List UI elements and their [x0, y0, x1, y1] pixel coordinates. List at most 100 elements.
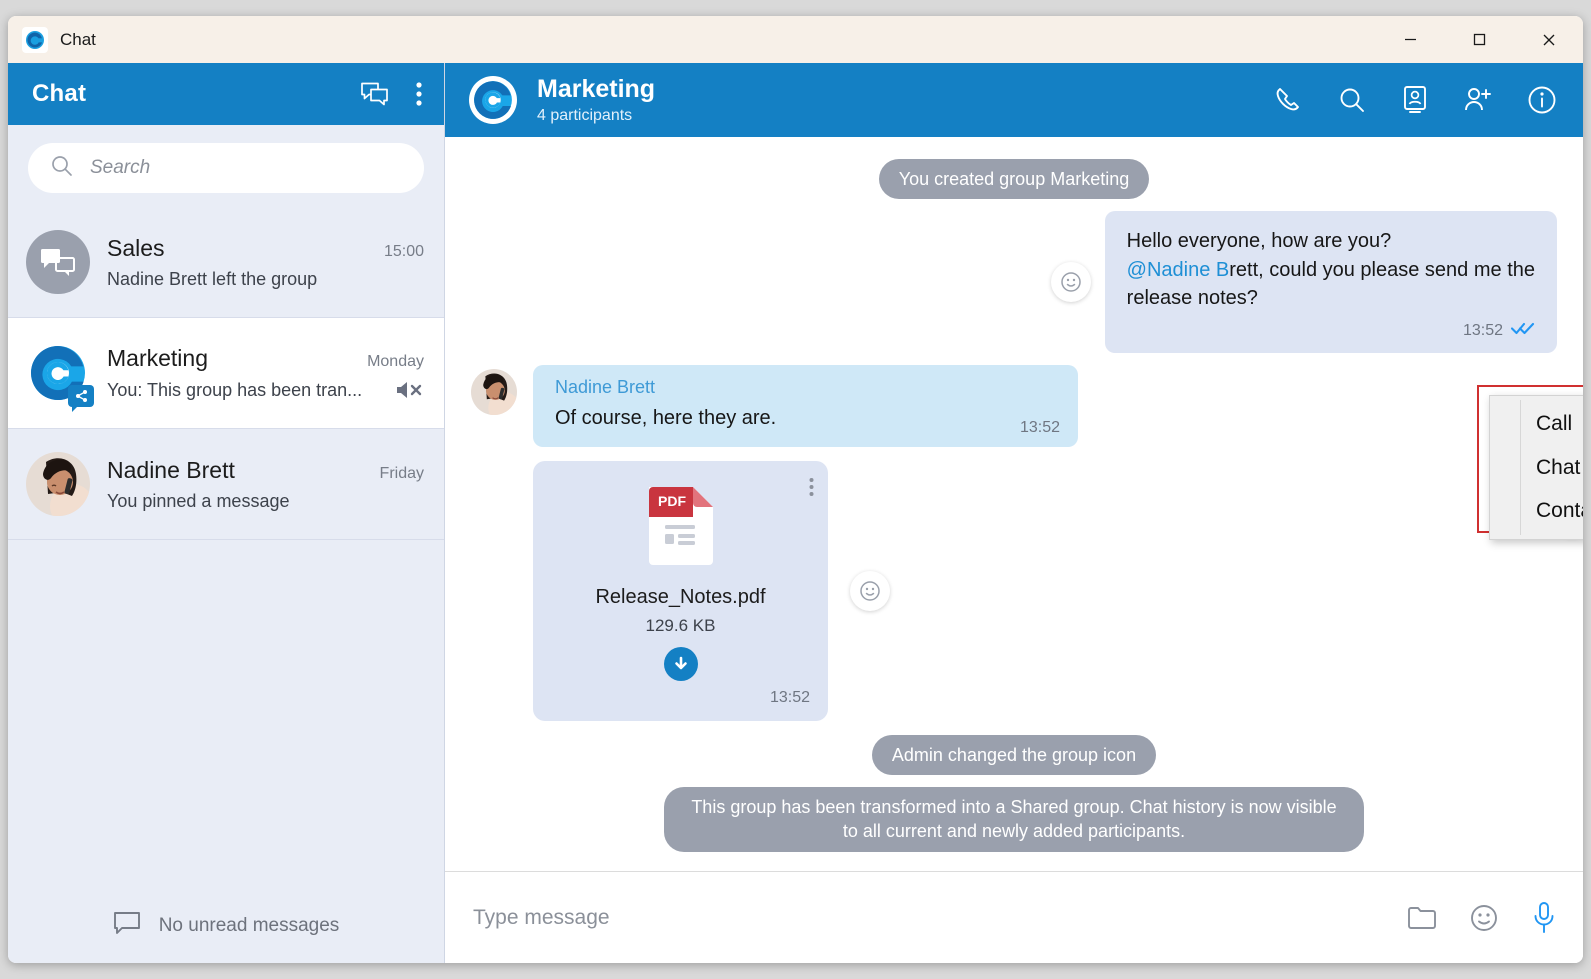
- chat-header: Marketing 4 participants: [445, 63, 1583, 137]
- message-meta: 13:52: [1127, 320, 1535, 341]
- title-bar-left: Chat: [8, 26, 96, 53]
- chat-item-time: Friday: [379, 464, 424, 482]
- chat-item-text: Sales 15:00 Nadine Brett left the group: [107, 235, 424, 290]
- close-button[interactable]: [1514, 16, 1583, 63]
- message-list: You created group Marketing Hello everyo…: [445, 137, 1583, 871]
- context-menu-item-call[interactable]: Call: [1490, 402, 1583, 446]
- file-size: 129.6 KB: [645, 615, 716, 635]
- chat-item-preview: Nadine Brett left the group: [107, 268, 318, 289]
- sidebar-header: Chat: [8, 63, 444, 125]
- title-bar: Chat: [8, 16, 1583, 63]
- file-attachment-card[interactable]: PDF Release_Notes.pdf 129.6 KB 13:52: [533, 460, 828, 721]
- window-body: Chat Search Sales 15:00 Nadine Brett lef…: [8, 63, 1583, 963]
- sidebar-footer: No unread messages: [8, 889, 444, 963]
- info-icon[interactable]: [1527, 85, 1557, 115]
- emoji-smiley-icon[interactable]: [850, 570, 890, 611]
- emoji-smiley-icon[interactable]: [1050, 262, 1091, 303]
- unread-status-text: No unread messages: [158, 915, 340, 936]
- search-icon[interactable]: [1337, 85, 1367, 115]
- app-logo-icon: [22, 26, 48, 53]
- file-name: Release_Notes.pdf: [595, 585, 766, 608]
- context-menu[interactable]: Call Chat with Contact information: [1489, 395, 1583, 540]
- system-message-row: This group has been transformed into a S…: [471, 787, 1557, 852]
- system-message: You created group Marketing: [878, 159, 1150, 200]
- chat-item-row-bottom: You: This group has been tran...: [107, 379, 424, 401]
- mention-link[interactable]: @Nadine B: [1127, 259, 1230, 281]
- app-window: Chat Chat Search Sales 15:00 Nadine Bret…: [8, 16, 1583, 963]
- mute-icon: [384, 379, 424, 401]
- context-menu-item-contact-information[interactable]: Contact information: [1490, 489, 1583, 533]
- message-row-incoming: Nadine Brett Of course, here they are. 1…: [471, 365, 1557, 447]
- message-text: Of course, here they are.: [555, 407, 777, 430]
- chat-list-item-nadine-brett[interactable]: Nadine Brett Friday You pinned a message: [8, 429, 444, 540]
- chat-list-item-marketing[interactable]: Marketing Monday You: This group has bee…: [8, 318, 444, 429]
- sidebar: Chat Search Sales 15:00 Nadine Brett lef…: [8, 63, 445, 963]
- search-input[interactable]: [90, 157, 402, 179]
- message-row-file: PDF Release_Notes.pdf 129.6 KB 13:52: [471, 460, 1557, 721]
- pdf-file-icon: PDF: [645, 483, 717, 570]
- message-text-line-1: Hello everyone, how are you?: [1126, 230, 1392, 253]
- svg-text:PDF: PDF: [658, 493, 686, 509]
- chat-item-preview: You: This group has been tran...: [107, 379, 363, 400]
- message-timestamp: 13:52: [1462, 321, 1503, 339]
- chat-item-row-bottom: You pinned a message: [107, 491, 424, 512]
- window-controls: [1376, 16, 1583, 63]
- attach-folder-icon[interactable]: [1407, 905, 1437, 931]
- message-input[interactable]: [473, 905, 1375, 930]
- chat-item-text: Nadine Brett Friday You pinned a message: [107, 457, 424, 512]
- share-badge-icon: [68, 385, 94, 412]
- phone-icon[interactable]: [1273, 85, 1303, 115]
- app-title: Chat: [60, 29, 96, 49]
- chat-participants-count: 4 participants: [537, 106, 633, 124]
- chat-list-item-sales[interactable]: Sales 15:00 Nadine Brett left the group: [8, 207, 444, 318]
- avatar: [26, 341, 94, 412]
- kebab-menu-icon[interactable]: [416, 81, 422, 107]
- file-timestamp: 13:52: [769, 688, 810, 706]
- message-timestamp: 13:52: [1019, 418, 1060, 436]
- avatar: [471, 369, 517, 416]
- message-text-rest: rett, could you please send me the: [1229, 258, 1535, 281]
- chat-item-name: Nadine Brett: [107, 456, 235, 483]
- chat-item-name: Sales: [107, 234, 165, 261]
- minimize-button[interactable]: [1376, 16, 1445, 63]
- message-text-line-2: @Nadine Brett, could you please send me …: [1127, 256, 1535, 284]
- chat-item-text: Marketing Monday You: This group has bee…: [107, 345, 424, 401]
- chat-item-row-top: Nadine Brett Friday: [107, 457, 424, 484]
- chat-header-meta: Marketing 4 participants: [537, 75, 655, 125]
- new-chat-icon[interactable]: [360, 81, 390, 107]
- system-message: This group has been transformed into a S…: [664, 787, 1364, 852]
- system-message: Admin changed the group icon: [871, 734, 1157, 776]
- message-bubble-outgoing[interactable]: Hello everyone, how are you? @Nadine Bre…: [1104, 211, 1557, 354]
- download-icon[interactable]: [663, 646, 698, 681]
- chat-item-time: Monday: [367, 353, 424, 370]
- chat-item-row-top: Marketing Monday: [107, 345, 424, 372]
- chat-list: Sales 15:00 Nadine Brett left the group: [8, 207, 444, 889]
- main-panel: Marketing 4 participants You created gro…: [445, 63, 1583, 963]
- chat-item-row-bottom: Nadine Brett left the group: [107, 269, 424, 290]
- chat-item-row-top: Sales 15:00: [107, 235, 424, 262]
- emoji-smiley-icon[interactable]: [1469, 903, 1499, 933]
- avatar: [26, 452, 90, 516]
- microphone-icon[interactable]: [1531, 901, 1557, 935]
- chat-item-time: 15:00: [383, 242, 424, 260]
- system-message-row: Admin changed the group icon: [471, 734, 1557, 776]
- message-composer: [445, 871, 1583, 963]
- avatar: [26, 230, 90, 294]
- message-sender-name: Nadine Brett: [555, 377, 656, 398]
- message-bubble-incoming[interactable]: Nadine Brett Of course, here they are. 1…: [533, 365, 1078, 447]
- message-row-outgoing: Hello everyone, how are you? @Nadine Bre…: [471, 211, 1557, 354]
- read-receipt-icon: [1510, 320, 1535, 341]
- system-message-row: You created group Marketing: [471, 159, 1557, 200]
- chat-title: Marketing: [537, 75, 656, 104]
- screen-share-icon[interactable]: [1401, 85, 1429, 115]
- kebab-menu-icon[interactable]: [809, 477, 814, 502]
- maximize-button[interactable]: [1445, 16, 1514, 63]
- message-text-line-3: release notes?: [1126, 287, 1258, 310]
- context-menu-item-chat-with[interactable]: Chat with: [1490, 446, 1583, 490]
- message-outline-icon: [113, 911, 143, 942]
- search-box[interactable]: [28, 143, 424, 193]
- add-person-icon[interactable]: [1463, 85, 1493, 115]
- chat-item-name: Marketing: [107, 345, 208, 371]
- chat-item-preview: You pinned a message: [107, 490, 290, 511]
- chat-avatar: [469, 76, 517, 124]
